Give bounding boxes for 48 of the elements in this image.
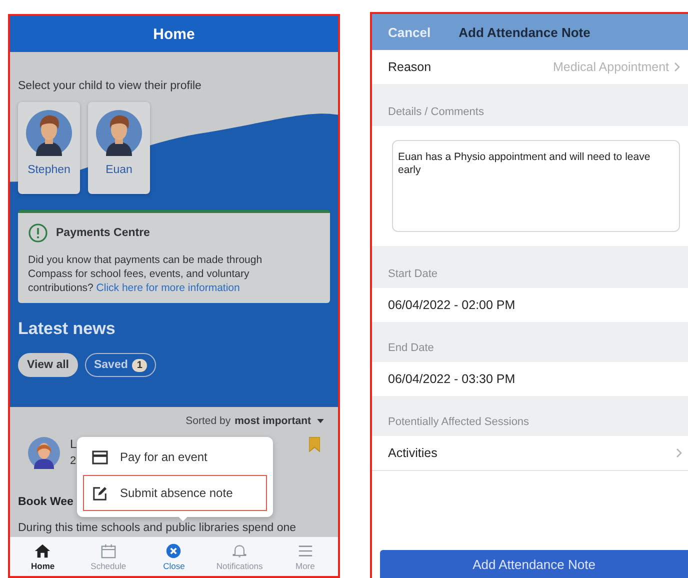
avatar-icon xyxy=(28,437,60,469)
filter-tab[interactable]: View all xyxy=(18,353,78,377)
add-note-button[interactable]: Add Attendance Note xyxy=(380,550,688,578)
tab-item[interactable]: Home xyxy=(12,537,73,576)
section-label: Start Date xyxy=(388,268,438,280)
bookmark-icon[interactable] xyxy=(309,437,320,452)
caret-icon xyxy=(317,418,324,424)
menu-item[interactable]: Pay for an event xyxy=(83,439,267,475)
tab-item[interactable]: Close xyxy=(144,537,204,576)
edit-icon xyxy=(92,486,108,500)
child-name: Stephen xyxy=(28,164,70,176)
news-excerpt: During this time schools and public libraries spend one xyxy=(18,522,298,534)
screen-title: Add Attendance Note xyxy=(458,24,590,40)
section-label: Details / Comments xyxy=(388,106,484,118)
start-date-field[interactable]: 06/04/2022 - 02:00 PM xyxy=(388,298,516,312)
sort-dropdown[interactable]: most important xyxy=(234,415,324,427)
alert-icon xyxy=(28,223,48,243)
news-title: Book Wee xyxy=(18,496,74,508)
end-date-field[interactable]: 06/04/2022 - 03:30 PM xyxy=(388,372,516,386)
comments-field[interactable]: Euan has a Physio appointment and will need to leave early xyxy=(392,140,680,232)
calendar-icon xyxy=(100,542,117,558)
chevron-icon xyxy=(674,62,680,72)
bell-icon xyxy=(231,542,248,558)
avatar-icon xyxy=(96,110,142,156)
child-prompt: Select your child to view their profile xyxy=(18,80,202,92)
chevron-icon xyxy=(676,448,682,458)
menu-item[interactable]: Submit absence note xyxy=(83,475,267,511)
home-icon xyxy=(34,542,52,558)
post-date: 2 xyxy=(70,455,76,467)
reason-value: Medical Appointment xyxy=(552,60,669,74)
activities-label: Activities xyxy=(388,446,438,460)
payments-text: Did you know that payments can be made through Compass for school fees, events, and voluntary contributions? Click here for more information xyxy=(28,253,264,295)
close-icon xyxy=(165,542,182,558)
author-name: L xyxy=(70,437,77,451)
child-card[interactable]: Stephen xyxy=(18,102,80,194)
filter-tab[interactable]: Saved 1 xyxy=(84,353,156,377)
child-card[interactable]: Euan xyxy=(88,102,150,194)
child-name: Euan xyxy=(106,164,132,176)
sort-label: Sorted by xyxy=(186,415,231,427)
reason-label: Reason xyxy=(388,60,432,74)
avatar-icon xyxy=(26,110,72,156)
section-heading: Latest news xyxy=(18,319,116,339)
card-title: Payments Centre xyxy=(56,227,150,239)
menu-icon xyxy=(296,542,314,558)
section-label: End Date xyxy=(388,342,434,354)
card-icon xyxy=(92,450,108,464)
screen-title: Home xyxy=(153,26,195,42)
section-label: Potentially Affected Sessions xyxy=(388,416,530,428)
